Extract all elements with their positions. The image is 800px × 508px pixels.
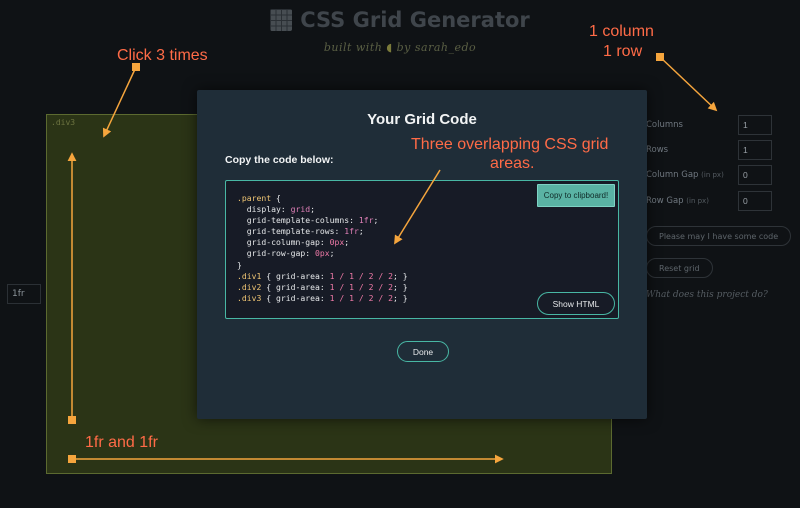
code-punct: ; bbox=[329, 248, 335, 259]
code-property: { grid-area: bbox=[261, 292, 330, 303]
code-value: 0px bbox=[314, 248, 330, 259]
done-button[interactable]: Done bbox=[397, 341, 449, 362]
code-line-close: } bbox=[237, 260, 408, 271]
modal-title: Your Grid Code bbox=[367, 111, 477, 128]
app-title-text: CSS Grid Generator bbox=[300, 8, 530, 32]
overlap-annotation-line2: areas. bbox=[490, 155, 535, 172]
code-punct: ; bbox=[310, 204, 315, 215]
code-property: grid-template-columns: bbox=[237, 215, 359, 226]
columns-input[interactable] bbox=[738, 115, 772, 135]
code-punct: ; } bbox=[392, 270, 408, 281]
code-property: display: bbox=[237, 204, 291, 215]
code-value: 0px bbox=[329, 237, 345, 248]
grid-logo-icon bbox=[270, 9, 293, 31]
code-selector: .div1 bbox=[237, 270, 262, 281]
grid-annotation-line2: 1 row bbox=[603, 43, 643, 60]
code-punct: ; } bbox=[392, 292, 408, 303]
code-value: 1 / 1 / 2 / 2 bbox=[329, 270, 393, 281]
code-property: { grid-area: bbox=[261, 281, 330, 292]
code-property: grid-template-rows: bbox=[237, 226, 345, 237]
row-size-input[interactable] bbox=[7, 284, 41, 304]
copy-to-clipboard-button[interactable]: Copy to clipboard! bbox=[537, 184, 615, 207]
code-value: 1 / 1 / 2 / 2 bbox=[329, 281, 393, 292]
row-gap-label: Row Gap (in px) bbox=[646, 196, 709, 206]
grid-annotation-line1: 1 column bbox=[589, 23, 654, 40]
code-selector: .div2 bbox=[237, 281, 262, 292]
get-code-button[interactable]: Please may I have some code bbox=[646, 226, 792, 246]
code-line-declaration: grid-template-rows: 1fr; bbox=[237, 226, 408, 237]
grid-cell-label: .div3 bbox=[51, 118, 76, 127]
row-gap-control: Row Gap (in px) bbox=[646, 191, 800, 211]
code-value: 1fr bbox=[358, 215, 374, 226]
rows-control: Rows bbox=[646, 140, 800, 160]
app-title: CSS Grid Generator bbox=[270, 8, 530, 32]
code-line-child: .div1 { grid-area: 1 / 1 / 2 / 2; } bbox=[237, 271, 408, 282]
columns-control: Columns bbox=[646, 115, 800, 135]
code-punct: ; bbox=[344, 237, 350, 248]
columns-label: Columns bbox=[646, 120, 683, 130]
code-line-child: .div3 { grid-area: 1 / 1 / 2 / 2; } bbox=[237, 293, 408, 304]
code-line-declaration: grid-row-gap: 0px; bbox=[237, 248, 408, 259]
reset-grid-button[interactable]: Reset grid bbox=[646, 258, 713, 278]
code-brace: { bbox=[271, 193, 281, 203]
code-line-child: .div2 { grid-area: 1 / 1 / 2 / 2; } bbox=[237, 282, 408, 293]
column-gap-input[interactable] bbox=[738, 165, 772, 185]
rows-input[interactable] bbox=[738, 140, 772, 160]
code-selector: .div3 bbox=[237, 292, 262, 303]
row-gap-input[interactable] bbox=[738, 191, 772, 211]
code-line-declaration: grid-template-columns: 1fr; bbox=[237, 215, 408, 226]
help-link[interactable]: What does this project do? bbox=[646, 290, 768, 300]
copy-instructions: Copy the code below: bbox=[225, 154, 334, 166]
fr-annotation: 1fr and 1fr bbox=[85, 434, 158, 451]
column-gap-control: Column Gap (in px) bbox=[646, 165, 800, 185]
column-gap-label: Column Gap (in px) bbox=[646, 170, 724, 180]
code-property: grid-column-gap: bbox=[237, 237, 330, 248]
controls-arrow bbox=[656, 53, 718, 112]
show-html-button[interactable]: Show HTML bbox=[537, 292, 615, 315]
code-value: 1fr bbox=[344, 226, 359, 237]
vue-leaf-icon: ◖ bbox=[386, 41, 393, 54]
code-line-declaration: display: grid; bbox=[237, 204, 408, 215]
code-value: grid bbox=[290, 204, 311, 215]
click-annotation: Click 3 times bbox=[117, 47, 208, 64]
code-property: { grid-area: bbox=[261, 270, 330, 281]
code-punct: ; bbox=[358, 226, 364, 237]
css-code: .parent { display: grid; grid-template-c… bbox=[237, 193, 408, 304]
rows-label: Rows bbox=[646, 145, 669, 155]
code-selector: .parent bbox=[237, 193, 272, 203]
code-brace: } bbox=[237, 259, 242, 270]
code-punct: ; bbox=[373, 215, 379, 226]
code-block[interactable]: .parent { display: grid; grid-template-c… bbox=[225, 180, 619, 319]
code-line-declaration: grid-column-gap: 0px; bbox=[237, 237, 408, 248]
code-line-parent: .parent { bbox=[237, 193, 408, 204]
code-punct: ; } bbox=[392, 281, 408, 292]
code-property: grid-row-gap: bbox=[237, 248, 315, 259]
overlap-annotation-line1: Three overlapping CSS grid bbox=[411, 136, 609, 153]
code-value: 1 / 1 / 2 / 2 bbox=[329, 292, 393, 303]
